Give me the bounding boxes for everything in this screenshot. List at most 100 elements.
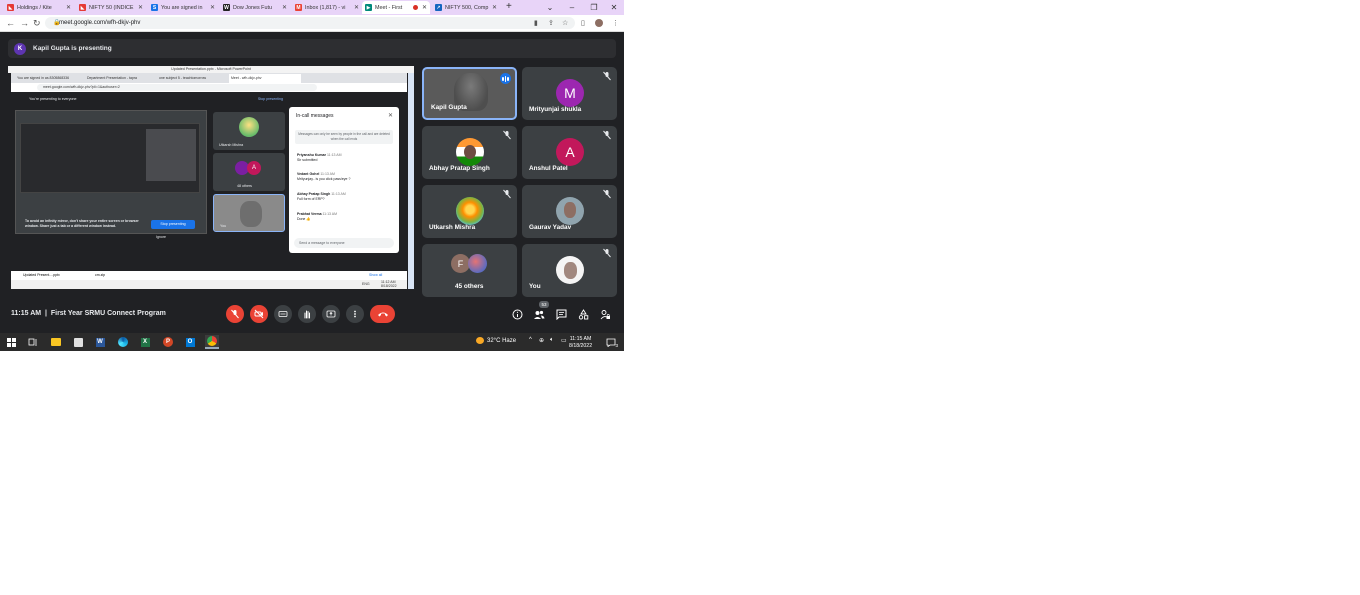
participant-tile-kapil-gupta[interactable]: Kapil Gupta: [422, 67, 517, 120]
tab-nifty-50[interactable]: ◣ NIFTY 50 (INDICE ✕: [76, 1, 146, 14]
task-view-icon: [28, 338, 37, 346]
participant-tile-utkarsh-mishra[interactable]: Utkarsh Mishra: [422, 185, 517, 238]
close-window-button[interactable]: ✕: [604, 0, 624, 15]
host-controls-button[interactable]: [598, 307, 612, 321]
ppt-title-bar: Updated Presentation.pptx - Microsoft Po…: [8, 66, 414, 73]
captions-button[interactable]: [274, 305, 292, 323]
shared-stop-presenting-button: Stop presenting: [151, 220, 195, 229]
address-toolbar: ← → ↻ meet.google.com/wfh-dkjv-phv 🔒 ▮ ⇪…: [0, 15, 624, 32]
tab-dow-jones[interactable]: W Dow Jones Futu ✕: [220, 1, 290, 14]
shared-tile-others: A 48 others: [213, 153, 285, 191]
shared-avatar: A: [247, 161, 261, 175]
system-clock[interactable]: 11:15 AM 8/18/2022: [569, 336, 592, 349]
camera-icon[interactable]: ▮: [534, 19, 538, 27]
close-icon: ✕: [387, 113, 393, 119]
people-button[interactable]: [532, 307, 546, 321]
mic-off-icon: [231, 309, 239, 319]
present-screen-button[interactable]: [322, 305, 340, 323]
screen: ◣ Holdings / Kite ✕ ◣ NIFTY 50 (INDICE ✕…: [0, 0, 624, 351]
notification-count: 3: [615, 343, 618, 348]
task-view-button[interactable]: [26, 335, 40, 349]
meet-icon: ▶: [365, 4, 372, 11]
raise-hand-button[interactable]: [298, 305, 316, 323]
meeting-details-button[interactable]: [510, 307, 524, 321]
participant-tile-anshul-patel[interactable]: A Anshul Patel: [522, 126, 617, 179]
notification-center-button[interactable]: 3: [604, 335, 618, 349]
close-tab-icon[interactable]: ✕: [422, 4, 427, 11]
show-hidden-icons-button[interactable]: ^: [529, 337, 532, 343]
close-tab-icon[interactable]: ✕: [138, 4, 143, 11]
edge-icon: [118, 337, 128, 347]
powerpoint-icon: P: [163, 337, 173, 347]
menu-kebab-icon[interactable]: ⋮: [612, 19, 619, 27]
new-tab-button[interactable]: +: [506, 1, 512, 12]
people-icon: [534, 310, 545, 319]
presenting-text: Kapil Gupta is presenting: [33, 45, 112, 52]
participant-tile-gaurav-yadav[interactable]: Gaurav Yadav: [522, 185, 617, 238]
reload-icon[interactable]: ↻: [33, 18, 41, 29]
activities-button[interactable]: [576, 307, 590, 321]
volume-icon[interactable]: 🔈︎: [550, 337, 554, 344]
outlook-icon: O: [185, 337, 195, 347]
participant-tile-45-others[interactable]: F 45 others: [422, 244, 517, 297]
participant-tile-abhay-pratap-singh[interactable]: Abhay Pratap Singh: [422, 126, 517, 179]
start-button[interactable]: [4, 335, 18, 349]
battery-icon[interactable]: ▭: [561, 337, 567, 344]
close-tab-icon[interactable]: ✕: [354, 4, 359, 11]
shared-tab-strip: You are signed in as 8305868336 Departme…: [11, 73, 407, 83]
tab-search-button[interactable]: ⌄: [540, 0, 560, 15]
mic-off-icon: [603, 130, 611, 140]
taskbar-file-explorer[interactable]: [49, 335, 63, 349]
windows-taskbar: W X P O 32°C Haze ^ ⊕ 🔈︎ ▭ 11:15 AM 8/18…: [0, 333, 624, 351]
excel-icon: X: [140, 337, 150, 347]
microphone-toggle-button[interactable]: [226, 305, 244, 323]
weather-widget[interactable]: 32°C Haze: [476, 337, 516, 344]
camera-toggle-button[interactable]: [250, 305, 268, 323]
share-icon[interactable]: ⇪: [548, 19, 554, 27]
infinity-mirror-warning: To avoid an infinity mirror, don't share…: [25, 219, 139, 228]
taskbar-word[interactable]: W: [93, 335, 107, 349]
leave-call-button[interactable]: [370, 305, 395, 323]
back-icon[interactable]: ←: [6, 18, 15, 28]
profile-avatar[interactable]: [595, 19, 603, 27]
title-separator: |: [44, 310, 47, 317]
close-tab-icon[interactable]: ✕: [210, 4, 215, 11]
participant-photo: [556, 197, 584, 225]
taskbar-outlook[interactable]: O: [183, 335, 197, 349]
shared-video: [240, 201, 262, 227]
participant-tile-mrityunjai-shukla[interactable]: M Mrityunjai shukla: [522, 67, 617, 120]
taskbar-edge[interactable]: [116, 335, 130, 349]
participant-photo: [468, 254, 487, 273]
kite-icon: ◣: [7, 4, 14, 11]
forward-icon[interactable]: →: [20, 18, 29, 28]
minimize-button[interactable]: –: [562, 0, 582, 15]
tab-signed-in[interactable]: S You are signed in ✕: [148, 1, 218, 14]
network-icon[interactable]: ⊕: [539, 337, 544, 344]
lock-icon[interactable]: 🔒: [53, 19, 60, 26]
hand-icon: [304, 310, 310, 319]
tab-holdings-kite[interactable]: ◣ Holdings / Kite ✕: [4, 1, 74, 14]
taskbar-excel[interactable]: X: [138, 335, 152, 349]
bookmark-star-icon[interactable]: ☆: [562, 19, 568, 27]
address-bar[interactable]: meet.google.com/wfh-dkjv-phv: [45, 17, 575, 29]
participant-tile-you[interactable]: You: [522, 244, 617, 297]
tab-meet[interactable]: ▶ Meet - First ✕: [362, 1, 430, 14]
close-tab-icon[interactable]: ✕: [66, 4, 71, 11]
more-options-button[interactable]: [346, 305, 364, 323]
chat-message: Prabhat Verma 11:13 AM Done 👍: [297, 212, 338, 221]
side-panel-icon[interactable]: ▯: [581, 19, 585, 27]
tab-nifty-500[interactable]: ↗ NIFTY 500, Comp ✕: [432, 1, 500, 14]
chat-message: Vedant Gohel 11:13 AM Mrityunjay.. is yo…: [297, 172, 351, 181]
taskbar-store[interactable]: [71, 335, 85, 349]
taskbar-chrome[interactable]: [205, 335, 219, 349]
clock-time: 11:15 AM: [569, 336, 592, 342]
close-tab-icon[interactable]: ✕: [282, 4, 287, 11]
maximize-button[interactable]: ❐: [584, 0, 604, 15]
close-tab-icon[interactable]: ✕: [492, 4, 497, 11]
tab-gmail-inbox[interactable]: M Inbox (1,817) - vi ✕: [292, 1, 362, 14]
browser-tab-strip: ◣ Holdings / Kite ✕ ◣ NIFTY 50 (INDICE ✕…: [0, 0, 624, 15]
chat-button[interactable]: [554, 307, 568, 321]
mic-off-icon: [603, 248, 611, 258]
taskbar-powerpoint[interactable]: P: [161, 335, 175, 349]
shared-stop-presenting-link: Stop presenting: [257, 97, 283, 101]
